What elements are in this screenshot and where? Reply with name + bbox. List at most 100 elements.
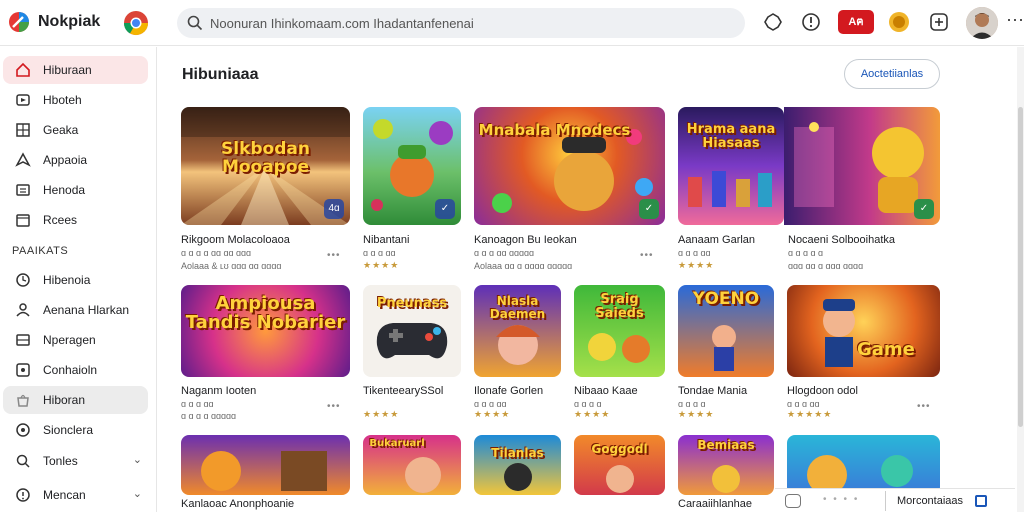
game-meta: ɑ ɑ ɑ ɑɑ xyxy=(787,399,820,409)
game-title[interactable]: TikenteearySSol xyxy=(363,385,443,397)
shorts-icon xyxy=(16,94,30,106)
game-thumbnail[interactable] xyxy=(181,435,350,495)
game-title[interactable]: Tondae Mania xyxy=(678,385,747,397)
rating-stars: ★★★★ xyxy=(474,409,511,419)
game-card[interactable]: Game Hlogdoon odol ɑ ɑ ɑ ɑɑ ★★★★★ ••• xyxy=(787,285,940,425)
game-thumbnail[interactable]: Nlasla Daemen xyxy=(474,285,561,377)
game-title[interactable]: Kanlaoac Anonphoanie xyxy=(181,498,294,510)
game-thumbnail[interactable]: Pneunass xyxy=(363,285,461,377)
sidebar-item-settings[interactable]: Conhaioln xyxy=(3,356,148,384)
game-thumbnail[interactable]: Slkbodan Mooapoe 4ɑ xyxy=(181,107,350,225)
more-options-icon[interactable]: ••• xyxy=(327,401,341,412)
puzzle-icon[interactable] xyxy=(762,11,784,33)
game-title[interactable]: Naganm Iooten xyxy=(181,385,256,397)
game-card[interactable]: Nlasla Daemen Ilonafe Gorlen ɑ ɑ ɑ ɑɑ ★★… xyxy=(474,285,561,425)
game-title[interactable]: Nibantani xyxy=(363,234,409,246)
sidebar-item-home[interactable]: Hiburaan xyxy=(3,56,148,84)
top-bar: Nokpiak Noonuran Ihinkomaam.com Ihadanta… xyxy=(0,0,1024,46)
coin-icon[interactable] xyxy=(888,11,910,33)
game-card[interactable]: ✓ Nocaeni Solbooihatka ɑ ɑ ɑ ɑ ɑ ɑɑɑ ɑɑ … xyxy=(784,107,940,271)
sidebar-item-label: Tonles xyxy=(43,454,78,468)
game-title[interactable]: Ilonafe Gorlen xyxy=(474,385,543,397)
more-options-icon[interactable]: ⋯ xyxy=(1006,10,1024,31)
game-thumbnail[interactable]: Bemiaas xyxy=(678,435,774,495)
game-card[interactable]: Bukaruarl xyxy=(363,435,461,512)
game-card[interactable]: ✓ Nibantani ɑ ɑ ɑ ɑɑ ★★★★ xyxy=(363,107,461,270)
game-card[interactable]: Sraig Saieds Nibaao Kaae ɑ ɑ ɑ ɑ ★★★★ xyxy=(574,285,665,425)
game-thumbnail[interactable] xyxy=(787,435,940,495)
game-title[interactable]: Kanoagon Bu Ieokan xyxy=(474,234,577,246)
game-card[interactable]: Ampiousa Tandis Nobarier Naganm Iooten ɑ… xyxy=(181,285,350,425)
game-badge: ✓ xyxy=(435,199,455,219)
rating-stars: ★★★★ xyxy=(363,260,400,270)
game-card[interactable]: Mnabala Mnodecs ✓ Kanoagon Bu Ieokan ɑ ɑ… xyxy=(474,107,665,271)
game-card[interactable]: Goggodl xyxy=(574,435,665,512)
game-title[interactable]: Rikgoom Molacoloaoa xyxy=(181,234,290,246)
game-card[interactable]: Bemiaas Caraaiihlanhae xyxy=(678,435,774,512)
game-card[interactable]: Tilanlas xyxy=(474,435,561,512)
divider xyxy=(885,491,886,511)
sidebar-item-help[interactable]: Mencan ⌄ xyxy=(3,481,148,509)
game-card[interactable]: Hrama aana Hiasaas Aanaam Garlan ɑ ɑ ɑ ɑ… xyxy=(678,107,784,270)
game-thumbnail[interactable]: Hrama aana Hiasaas xyxy=(678,107,784,225)
sidebar-item-grid[interactable]: Geaka xyxy=(3,116,148,144)
game-title[interactable]: Aanaam Garlan xyxy=(678,234,755,246)
rating-stars: ★★★★★ xyxy=(787,409,833,419)
game-thumbnail[interactable]: Goggodl xyxy=(574,435,665,495)
save-icon[interactable] xyxy=(975,495,987,507)
game-thumbnail[interactable]: Bukaruarl xyxy=(363,435,461,495)
game-card[interactable]: Slkbodan Mooapoe 4ɑ Rikgoom Molacoloaoa … xyxy=(181,107,350,271)
game-card[interactable]: Pneunass TikenteearySSol ★★★★ xyxy=(363,285,461,425)
game-thumbnail[interactable]: ✓ xyxy=(784,107,940,225)
game-thumbnail[interactable]: YOENO xyxy=(678,285,774,377)
more-options-icon[interactable]: ••• xyxy=(917,401,931,412)
sidebar-item-list[interactable]: Henoda xyxy=(3,176,148,204)
more-options-icon[interactable]: ••• xyxy=(640,250,654,261)
bottom-label[interactable]: Morcontaiaas xyxy=(897,495,963,507)
scrollbar-thumb[interactable] xyxy=(1018,107,1023,427)
sidebar-item-calendar[interactable]: Rcees xyxy=(3,206,148,234)
profile-avatar[interactable] xyxy=(966,7,998,39)
sidebar-item-person[interactable]: Aenana Hlarkan xyxy=(3,296,148,324)
sidebar-item-library[interactable]: Nperagen xyxy=(3,326,148,354)
more-options-icon[interactable]: ••• xyxy=(327,250,341,261)
chevron-down-icon[interactable]: ⌄ xyxy=(133,487,142,500)
game-thumbnail[interactable]: Game xyxy=(787,285,940,377)
game-title[interactable]: Nocaeni Solbooihatka xyxy=(788,234,895,246)
chrome-icon[interactable] xyxy=(123,10,149,36)
app-name[interactable]: Nokpiak xyxy=(38,13,100,31)
notification-icon[interactable] xyxy=(800,11,822,33)
view-all-button[interactable]: Aoctetiianlas xyxy=(844,59,940,89)
sidebar-item-label: Sionclera xyxy=(43,423,94,437)
game-title[interactable]: Hlogdoon odol xyxy=(787,385,858,397)
scrollbar[interactable] xyxy=(1017,47,1024,512)
game-meta: ɑɑɑ ɑɑ ɑ ɑɑɑ ɑɑɑɑ xyxy=(788,261,864,271)
game-thumbnail[interactable]: Sraig Saieds xyxy=(574,285,665,377)
game-card[interactable]: Kanlaoac Anonphoanie xyxy=(181,435,350,512)
game-art-title: Pneunass xyxy=(376,296,448,311)
chat-icon[interactable] xyxy=(785,494,801,508)
chevron-down-icon[interactable]: ⌄ xyxy=(133,453,142,466)
sidebar-item-bag[interactable]: Hiboran xyxy=(3,386,148,414)
app-logo-icon[interactable] xyxy=(8,11,30,33)
sidebar-item-apps[interactable]: Appaoia xyxy=(3,146,148,174)
page-title: Hibuniaaa xyxy=(182,66,259,83)
game-card[interactable]: YOENO Tondae Mania ɑ ɑ ɑ ɑ ★★★★ xyxy=(678,285,774,425)
live-button[interactable]: Aฅ xyxy=(838,10,874,34)
create-icon[interactable] xyxy=(928,11,950,33)
rating-stars: ★★★★ xyxy=(678,260,715,270)
send-icon xyxy=(15,152,31,167)
sidebar-item-explore[interactable]: Sionclera xyxy=(3,416,148,444)
game-thumbnail[interactable]: Tilanlas xyxy=(474,435,561,495)
game-thumbnail[interactable]: Ampiousa Tandis Nobarier xyxy=(181,285,350,377)
sidebar-item-history[interactable]: Hibenoia xyxy=(3,266,148,294)
game-title[interactable]: Caraaiihlanhae xyxy=(678,498,752,510)
game-thumbnail[interactable]: ✓ xyxy=(363,107,461,225)
game-thumbnail[interactable]: Mnabala Mnodecs ✓ xyxy=(474,107,665,225)
sidebar-item-tools[interactable]: Tonles ⌄ xyxy=(3,447,148,475)
search-input[interactable]: Noonuran Ihinkomaam.com Ihadantanfenenai xyxy=(177,8,745,38)
game-meta: ɑ ɑ ɑ ɑ ɑɑɑɑɑ xyxy=(181,411,237,421)
game-title[interactable]: Nibaao Kaae xyxy=(574,385,638,397)
rating-stars: ★★★★ xyxy=(574,409,611,419)
sidebar-item-shorts[interactable]: Hboteh xyxy=(3,86,148,114)
